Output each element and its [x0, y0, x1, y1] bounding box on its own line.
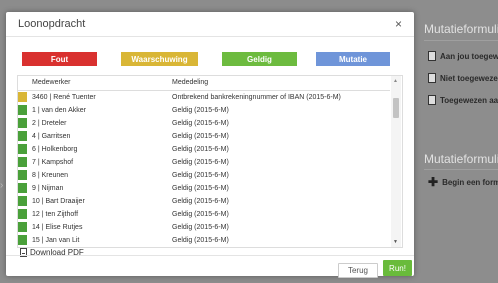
status-swatch: [18, 222, 27, 232]
employee-cell: 8 | Kreunen: [32, 172, 69, 179]
status-swatch: [18, 196, 27, 206]
employee-cell: 1 | van den Akker: [32, 107, 86, 114]
employee-cell: 4 | Garritsen: [32, 133, 71, 140]
message-cell: Geldig (2015-6-M): [172, 107, 229, 114]
table-row: 10 | Bart Draaijer Geldig (2015-6-M): [18, 196, 390, 207]
message-cell: Geldig (2015-6-M): [172, 120, 229, 127]
background-item-assigned: Toegewezen aa: [428, 93, 498, 107]
message-cell: Geldig (2015-6-M): [172, 159, 229, 166]
loonopdracht-modal: Loonopdracht × Fout Waarschuwing Geldig …: [6, 12, 414, 278]
table-row: 9 | Nijman Geldig (2015-6-M): [18, 183, 390, 194]
message-cell: Geldig (2015-6-M): [172, 237, 229, 244]
status-swatch: [18, 105, 27, 115]
column-header-employee: Medewerker: [32, 79, 71, 86]
column-header-message: Mededeling: [172, 79, 209, 86]
status-swatch: [18, 131, 27, 141]
table-scrollbar[interactable]: ▲ ▼: [391, 76, 401, 247]
background-section-title-2: Mutatieformulie: [424, 152, 498, 166]
table-row: 12 | ten Zijthoff Geldig (2015-6-M): [18, 209, 390, 220]
status-swatch: [18, 144, 27, 154]
table-row: 7 | Kampshof Geldig (2015-6-M): [18, 157, 390, 168]
document-icon: [428, 95, 436, 105]
scroll-down-arrow-icon[interactable]: ▼: [393, 239, 398, 245]
status-swatch: [18, 118, 27, 128]
table-row: 14 | Elise Rutjes Geldig (2015-6-M): [18, 222, 390, 233]
message-cell: Geldig (2015-6-M): [172, 211, 229, 218]
status-swatch: [18, 92, 27, 102]
back-button[interactable]: Terug: [338, 263, 378, 278]
table-row: 6 | Holkenborg Geldig (2015-6-M): [18, 144, 390, 155]
background-item-assigned-to-you: Aan jou toegew: [428, 49, 498, 63]
background-item-label: Toegewezen aa: [440, 95, 498, 105]
footer-divider: [6, 255, 414, 256]
background-item-start-form: ✚ Begin een formu: [428, 175, 498, 189]
status-swatch: [18, 209, 27, 219]
message-cell: Geldig (2015-6-M): [172, 185, 229, 192]
message-cell: Ontbrekend bankrekeningnummer of IBAN (2…: [172, 94, 341, 101]
modal-title: Loonopdracht: [18, 18, 86, 30]
table-row: 4 | Garritsen Geldig (2015-6-M): [18, 131, 390, 142]
scroll-up-arrow-icon[interactable]: ▲: [393, 78, 398, 84]
status-swatch: [18, 157, 27, 167]
document-icon: [428, 73, 436, 83]
status-swatch: [18, 170, 27, 180]
employee-cell: 3460 | René Tuenter: [32, 94, 96, 101]
legend-label: Geldig: [247, 54, 272, 64]
background-item-label: Aan jou toegew: [440, 51, 498, 61]
legend-mutatie: Mutatie: [316, 52, 390, 66]
background-item-label: Niet toegewezen: [440, 73, 498, 83]
plus-icon: ✚: [428, 175, 439, 189]
table-row: 15 | Jan van Lit Geldig (2015-6-M): [18, 235, 390, 246]
table-header: Medewerker Mededeling: [18, 76, 390, 91]
background-item-unassigned: Niet toegewezen: [428, 71, 498, 85]
status-swatch: [18, 235, 27, 245]
employee-cell: 10 | Bart Draaijer: [32, 198, 85, 205]
message-cell: Geldig (2015-6-M): [172, 198, 229, 205]
employee-cell: 14 | Elise Rutjes: [32, 224, 83, 231]
background-item-label: Begin een formu: [442, 177, 498, 187]
background-panel: Mutatieformulie Aan jou toegew Niet toeg…: [410, 0, 498, 283]
legend-waarschuwing: Waarschuwing: [121, 52, 198, 66]
run-button[interactable]: Run!: [383, 260, 412, 276]
scrollbar-thumb[interactable]: [393, 98, 399, 118]
employee-cell: 2 | Dreteler: [32, 120, 67, 127]
message-cell: Geldig (2015-6-M): [172, 224, 229, 231]
message-cell: Geldig (2015-6-M): [172, 133, 229, 140]
background-divider: [424, 40, 498, 41]
legend-fout: Fout: [22, 52, 97, 66]
legend-label: Fout: [50, 54, 69, 64]
message-cell: Geldig (2015-6-M): [172, 146, 229, 153]
employee-cell: 9 | Nijman: [32, 185, 64, 192]
employee-cell: 7 | Kampshof: [32, 159, 74, 166]
results-table: Medewerker Mededeling 3460 | René Tuente…: [17, 75, 403, 248]
table-row: 1 | van den Akker Geldig (2015-6-M): [18, 105, 390, 116]
table-row: 3460 | René Tuenter Ontbrekend bankreken…: [18, 92, 390, 103]
message-cell: Geldig (2015-6-M): [172, 172, 229, 179]
employee-cell: 12 | ten Zijthoff: [32, 211, 79, 218]
table-row: 2 | Dreteler Geldig (2015-6-M): [18, 118, 390, 129]
legend-label: Waarschuwing: [131, 54, 188, 64]
header-divider: [6, 36, 414, 37]
close-icon[interactable]: ×: [395, 17, 402, 31]
employee-cell: 6 | Holkenborg: [32, 146, 78, 153]
background-divider: [424, 169, 498, 170]
background-edge-mark: ›: [0, 180, 4, 191]
legend-label: Mutatie: [339, 54, 367, 64]
document-icon: [428, 51, 436, 61]
background-section-title: Mutatieformulie: [424, 22, 498, 36]
status-swatch: [18, 183, 27, 193]
employee-cell: 15 | Jan van Lit: [32, 237, 80, 244]
legend-geldig: Geldig: [222, 52, 297, 66]
table-row: 8 | Kreunen Geldig (2015-6-M): [18, 170, 390, 181]
